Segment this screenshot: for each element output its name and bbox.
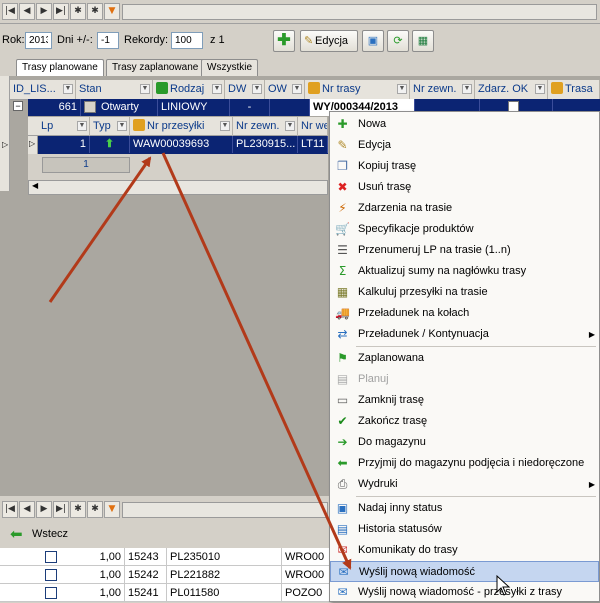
annotation-arrow-up: [48, 156, 152, 303]
annotation-overlay: [48, 152, 511, 596]
annotation-arrow-down: [161, 152, 352, 570]
mouse-cursor-icon: [496, 574, 511, 596]
